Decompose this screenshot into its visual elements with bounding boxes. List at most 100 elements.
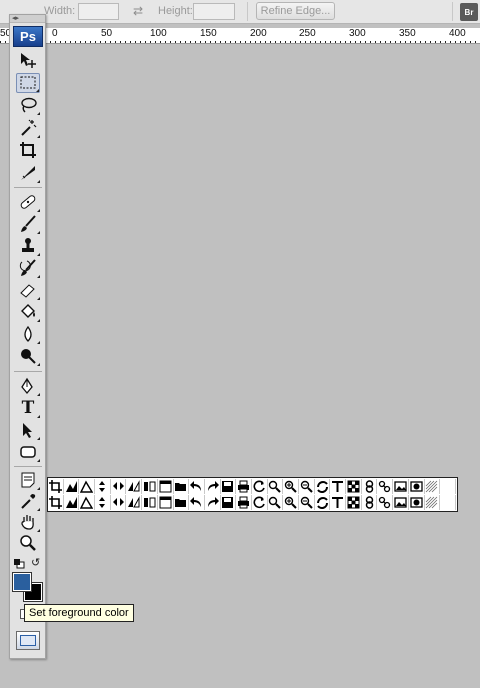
- spot-healing-brush-tool[interactable]: [16, 192, 40, 212]
- brush-tool[interactable]: [16, 214, 40, 234]
- photoshop-logo[interactable]: Ps: [13, 26, 43, 47]
- refresh-icon[interactable]: [252, 495, 268, 510]
- chart-icon[interactable]: [64, 479, 80, 494]
- refine-edge-button[interactable]: Refine Edge...: [256, 2, 335, 20]
- chain-icon[interactable]: [377, 479, 394, 494]
- align-icon[interactable]: [126, 495, 143, 510]
- transform-icon[interactable]: [79, 495, 96, 510]
- bridge-button[interactable]: Br: [460, 3, 478, 21]
- history-brush-tool[interactable]: [16, 258, 40, 278]
- text-icon[interactable]: [330, 495, 347, 510]
- type-tool[interactable]: T: [16, 398, 40, 418]
- link-icon[interactable]: [362, 479, 378, 494]
- window-icon[interactable]: [158, 495, 174, 510]
- zoom-icon[interactable]: [268, 495, 284, 510]
- undo-icon[interactable]: [189, 495, 205, 510]
- columns-icon[interactable]: [142, 495, 158, 510]
- photo-icon[interactable]: [393, 479, 409, 494]
- tool-flyout-indicator: [37, 231, 40, 234]
- pen-tool[interactable]: [16, 376, 40, 396]
- eyedropper-tool[interactable]: [16, 491, 40, 511]
- zoom-tool[interactable]: [16, 533, 40, 553]
- link-icon[interactable]: [362, 495, 378, 510]
- eraser-icon: [20, 284, 35, 298]
- align-icon-glyph: [128, 496, 140, 508]
- align-icon-glyph: [128, 480, 140, 492]
- print-icon[interactable]: [236, 495, 252, 510]
- swap-dimensions-icon[interactable]: ⇄: [131, 4, 145, 18]
- transform-icon[interactable]: [79, 479, 96, 494]
- save-icon-glyph: [222, 497, 234, 508]
- rectangular-marquee-tool[interactable]: [16, 73, 40, 93]
- redo-icon[interactable]: [205, 479, 221, 494]
- paint-bucket-tool[interactable]: [16, 302, 40, 322]
- open-folder-icon[interactable]: [174, 479, 190, 494]
- refresh-icon[interactable]: [252, 479, 268, 494]
- swap-colors-icon[interactable]: ↺: [31, 557, 43, 569]
- zoom-icon[interactable]: [268, 479, 284, 494]
- undo-icon[interactable]: [189, 479, 205, 494]
- zoom-out-icon[interactable]: [299, 479, 315, 494]
- lasso-tool[interactable]: [16, 95, 40, 115]
- blank-icon[interactable]: [440, 479, 456, 494]
- grid-icon[interactable]: [425, 479, 441, 494]
- panel-grip[interactable]: ◂▸: [10, 15, 45, 23]
- crop-icon[interactable]: [48, 495, 64, 510]
- flip-vertical-icon[interactable]: [95, 495, 111, 510]
- chain-icon[interactable]: [377, 495, 394, 510]
- print-icon[interactable]: [236, 479, 252, 494]
- redo-icon[interactable]: [205, 495, 221, 510]
- dodge-tool[interactable]: [16, 346, 40, 366]
- mask-icon[interactable]: [409, 479, 425, 494]
- flip-vertical-icon[interactable]: [95, 479, 111, 494]
- eraser-tool[interactable]: [16, 280, 40, 300]
- crop-tool[interactable]: [16, 140, 40, 160]
- slice-tool[interactable]: [16, 163, 40, 183]
- window-icon[interactable]: [158, 479, 174, 494]
- magic-wand-tool[interactable]: [16, 118, 40, 138]
- hand-tool[interactable]: [16, 512, 40, 532]
- height-field[interactable]: [193, 3, 235, 20]
- zoom-out-icon-glyph: [300, 480, 313, 493]
- rotate-icon[interactable]: [315, 479, 331, 494]
- zoom-out-icon-glyph: [300, 496, 313, 509]
- zoom-in-icon[interactable]: [283, 479, 299, 494]
- flip-vertical-icon-glyph: [98, 481, 105, 492]
- open-folder-icon[interactable]: [174, 495, 190, 510]
- photo-icon[interactable]: [393, 495, 409, 510]
- rotate-icon[interactable]: [315, 495, 331, 510]
- tool-flyout-indicator: [36, 89, 39, 92]
- crop-icon[interactable]: [48, 479, 64, 494]
- horizontal-ruler: 50 0 50 100 150 200 250 300 350 400: [0, 28, 480, 44]
- align-icon[interactable]: [126, 479, 143, 494]
- columns-icon[interactable]: [142, 479, 158, 494]
- save-icon[interactable]: [221, 479, 237, 494]
- rectangle-tool[interactable]: [16, 442, 40, 462]
- chart-icon[interactable]: [64, 495, 80, 510]
- move-tool[interactable]: [16, 50, 40, 70]
- flip-horizontal-icon[interactable]: [111, 495, 127, 510]
- checker-icon[interactable]: [346, 495, 362, 510]
- width-field[interactable]: [78, 3, 119, 20]
- ruler-label: 200: [250, 28, 267, 39]
- mask-icon[interactable]: [409, 495, 425, 510]
- strip-row: [48, 495, 457, 511]
- screen-mode-button[interactable]: [16, 631, 40, 650]
- flip-horizontal-icon[interactable]: [111, 479, 127, 494]
- save-icon[interactable]: [221, 495, 237, 510]
- default-colors-icon[interactable]: [13, 558, 25, 569]
- foreground-color-swatch[interactable]: [12, 572, 32, 592]
- blur-tool[interactable]: [16, 324, 40, 344]
- grid-icon[interactable]: [425, 495, 441, 510]
- clone-stamp-tool[interactable]: [16, 236, 40, 256]
- tool-flyout-indicator: [37, 508, 40, 511]
- photo-icon-glyph: [394, 497, 407, 508]
- tooltip: Set foreground color: [24, 604, 134, 622]
- zoom-in-icon[interactable]: [283, 495, 299, 510]
- notes-tool[interactable]: [16, 470, 40, 490]
- text-icon[interactable]: [330, 479, 347, 494]
- checker-icon[interactable]: [346, 479, 362, 494]
- zoom-out-icon[interactable]: [299, 495, 315, 510]
- path-selection-tool[interactable]: [16, 420, 40, 440]
- blank-icon[interactable]: [440, 495, 456, 510]
